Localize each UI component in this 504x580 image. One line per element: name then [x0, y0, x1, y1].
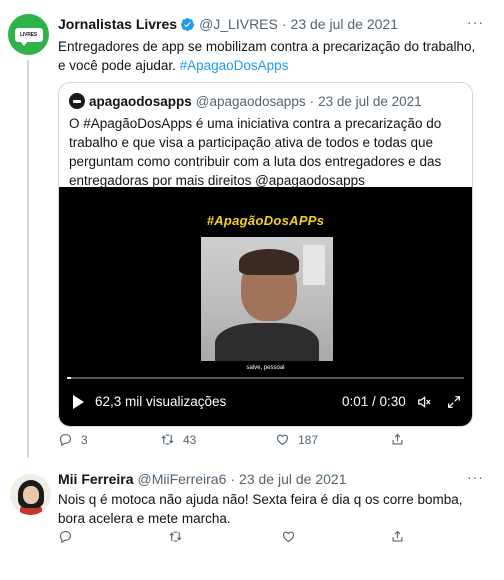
more-options-icon[interactable]: ···: [467, 469, 484, 485]
like-count: 187: [298, 432, 319, 447]
avatar[interactable]: [10, 474, 51, 515]
video-progress-bar[interactable]: [67, 377, 464, 379]
tweet-text: Entregadores de app se mobilizam contra …: [58, 37, 478, 75]
like-button[interactable]: [281, 529, 296, 544]
reply-icon: [59, 530, 72, 544]
handle[interactable]: @MiiFerreira6: [137, 471, 226, 487]
tweet-header: Mii Ferreira @MiiFerreira6 · 23 de jul d…: [58, 469, 484, 489]
separator: ·: [281, 16, 287, 32]
video-progress-fill: [67, 377, 71, 379]
display-name[interactable]: Mii Ferreira: [58, 471, 133, 487]
avatar-face: [23, 486, 39, 504]
reply-icon: [59, 433, 72, 447]
quoted-date: 23 de jul de 2021: [318, 93, 422, 109]
display-name[interactable]: Jornalistas Livres: [58, 16, 177, 32]
heart-icon: [282, 531, 295, 543]
video-player[interactable]: #ApagãoDosAPPs salve, pessoal 62,3 mil v…: [59, 187, 472, 426]
tweet-text: Nois q é motoca não ajuda não! Sexta fei…: [58, 492, 463, 526]
separator: ·: [230, 471, 236, 487]
retweet-icon: [161, 434, 174, 445]
view-count: 62,3 mil visualizações: [95, 394, 227, 409]
video-overlay-title: #ApagãoDosAPPs: [206, 213, 325, 228]
handle[interactable]: @J_LIVRES: [199, 16, 278, 32]
quoted-handle: @apagaodosapps: [195, 93, 306, 109]
video-frame: [201, 237, 333, 361]
share-icon: [392, 433, 403, 445]
share-button[interactable]: [390, 529, 405, 544]
fullscreen-icon[interactable]: [446, 394, 462, 410]
like-button[interactable]: 187: [275, 432, 318, 447]
heart-icon: [276, 434, 289, 446]
avatar-logo-text: LIVRES: [14, 27, 43, 46]
person-body: [215, 323, 319, 361]
retweet-count: 43: [183, 432, 197, 447]
retweet-button[interactable]: [168, 529, 183, 544]
video-time: 0:01 / 0:30: [342, 394, 406, 409]
quoted-tweet-header: apagaodosapps @apagaodosapps · 23 de jul…: [69, 92, 422, 110]
quoted-tweet[interactable]: apagaodosapps @apagaodosapps · 23 de jul…: [58, 82, 473, 427]
tweet-date[interactable]: 23 de jul de 2021: [291, 16, 398, 32]
person-hair: [239, 249, 299, 275]
video-controls: 62,3 mil visualizações 0:01 / 0:30: [59, 390, 472, 414]
thread-line: [27, 60, 29, 458]
reply-button[interactable]: 3: [58, 432, 88, 447]
retweet-button[interactable]: 43: [160, 432, 196, 447]
video-caption: salve, pessoal: [246, 365, 285, 371]
reply-button[interactable]: [58, 529, 73, 544]
tweet-header: Jornalistas Livres @J_LIVRES · 23 de jul…: [58, 14, 484, 34]
quoted-avatar: [69, 93, 85, 109]
tweet-date[interactable]: 23 de jul de 2021: [239, 471, 346, 487]
separator: ·: [309, 93, 315, 109]
more-options-icon[interactable]: ···: [467, 14, 484, 30]
background-window: [303, 245, 325, 285]
verified-badge-icon: [180, 17, 195, 32]
share-icon: [392, 530, 403, 542]
share-button[interactable]: [390, 432, 405, 447]
quoted-tweet-text: O #ApagãoDosApps é uma iniciativa contra…: [69, 116, 442, 188]
avatar[interactable]: LIVRES: [8, 14, 49, 55]
quoted-display-name: apagaodosapps: [89, 93, 192, 109]
hashtag-link[interactable]: #ApagaoDosApps: [180, 58, 289, 73]
volume-muted-icon[interactable]: [416, 394, 432, 410]
play-icon[interactable]: [73, 395, 84, 409]
tweet-actions: 3 43 187: [58, 432, 438, 450]
reply-count: 3: [81, 432, 88, 447]
tweet-actions: [58, 529, 438, 547]
retweet-icon: [169, 531, 182, 542]
